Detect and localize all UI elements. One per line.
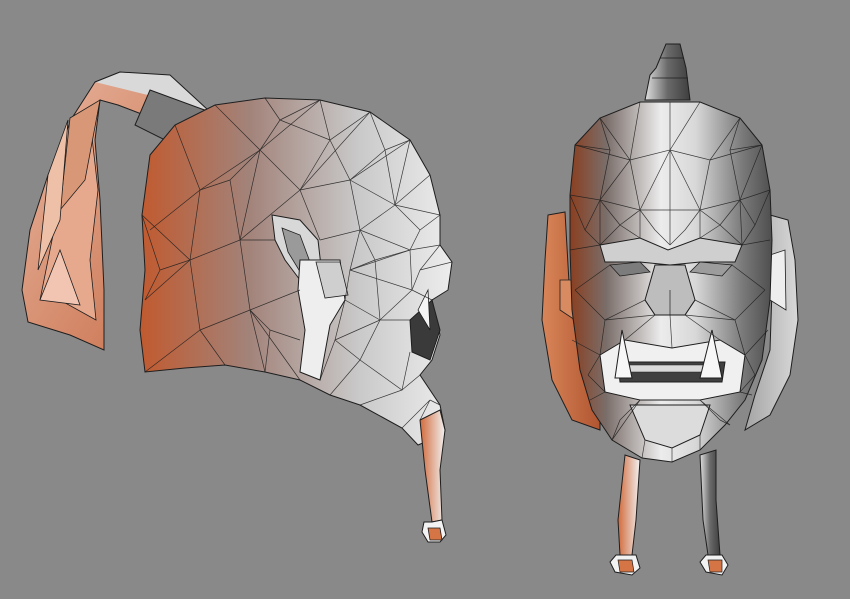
- side-head-mesh: [139, 97, 453, 464]
- left-beard-strand: [617, 454, 641, 556]
- orc-head-side-view[interactable]: [21, 71, 453, 543]
- orc-head-front-view[interactable]: [541, 43, 799, 576]
- 3d-viewport[interactable]: [0, 0, 850, 599]
- orc-head-render: [21, 43, 799, 576]
- right-beard-strand: [699, 449, 721, 556]
- side-beard-strand: [419, 409, 446, 523]
- topknot: [644, 43, 691, 101]
